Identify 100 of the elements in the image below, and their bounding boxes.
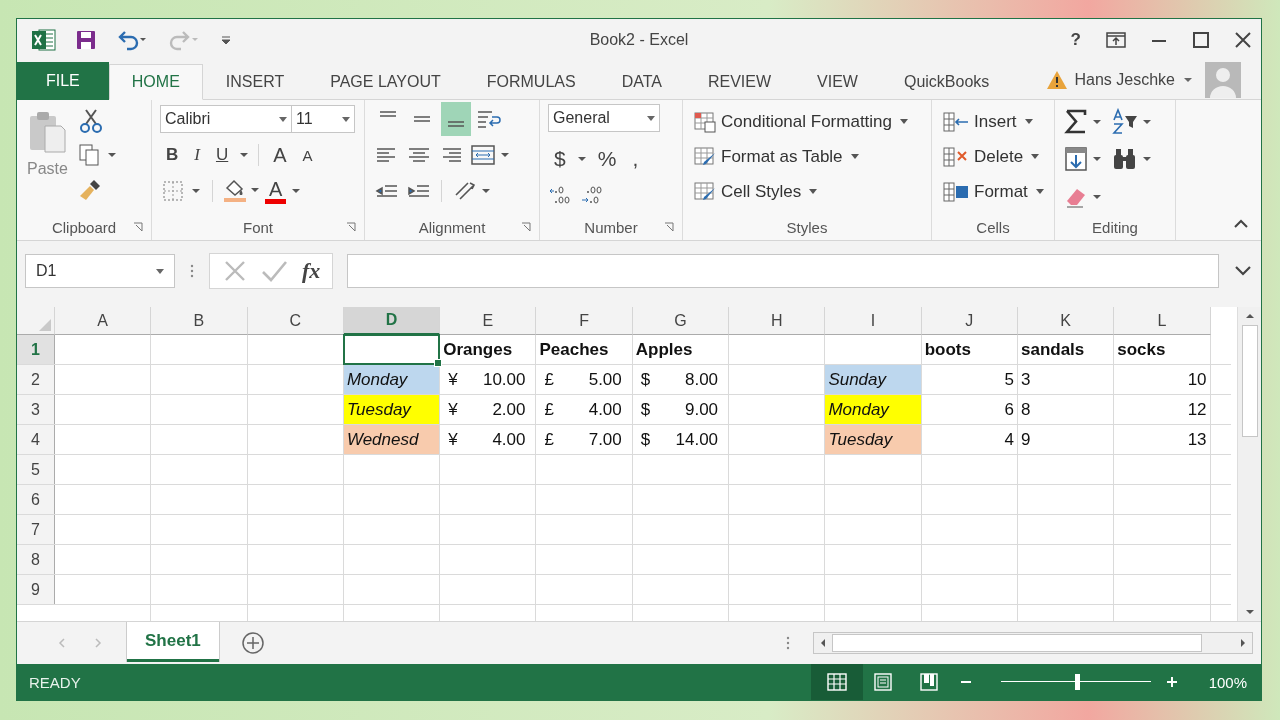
row-header[interactable]: 9 — [17, 575, 55, 604]
styles-button[interactable]: Conditional Formatting — [691, 106, 923, 137]
font-size-dropdown[interactable]: 11 — [291, 105, 355, 133]
bold-button[interactable]: B — [160, 141, 185, 169]
column-header[interactable]: E — [440, 307, 537, 335]
ribbon-tab[interactable]: VIEW — [794, 64, 881, 100]
scroll-thumb[interactable] — [1241, 325, 1258, 437]
currency-symbol: £ — [544, 429, 554, 450]
column-header[interactable]: I — [825, 307, 922, 335]
launcher-icon[interactable] — [664, 222, 674, 232]
view-button[interactable] — [810, 664, 863, 700]
view-icon[interactable] — [825, 672, 848, 692]
horizontal-scrollbar[interactable] — [813, 632, 1253, 654]
column-header[interactable]: C — [247, 307, 344, 335]
column-header[interactable]: G — [632, 307, 730, 335]
currency-button[interactable]: $ — [548, 145, 572, 173]
column-header[interactable]: D — [343, 307, 441, 335]
cells-button[interactable]: Insert — [940, 106, 1046, 137]
ribbon-tab[interactable]: QuickBooks — [880, 64, 1013, 100]
column-header[interactable]: L — [1114, 307, 1211, 335]
number-format-dropdown[interactable]: General — [548, 104, 660, 132]
sheet-tab[interactable]: Sheet1 — [127, 622, 219, 662]
caret-icon[interactable] — [290, 186, 303, 196]
table-cell-text: 13 — [1186, 428, 1208, 451]
ribbon-tab[interactable]: PAGE LAYOUT — [307, 64, 464, 100]
selected-cell[interactable] — [342, 334, 441, 365]
table-style-icon[interactable] — [693, 109, 717, 134]
ribbon-tab[interactable]: REVIEW — [684, 64, 795, 100]
column-header[interactable]: H — [729, 307, 826, 335]
ribbon-tab[interactable]: DATA — [598, 64, 685, 100]
row-header[interactable]: 3 — [17, 395, 55, 424]
new-sheet-icon[interactable] — [240, 631, 265, 655]
launcher-icon[interactable] — [346, 222, 356, 232]
cells-icon[interactable] — [942, 109, 970, 134]
column-header[interactable]: A — [55, 307, 152, 335]
view-icon[interactable] — [917, 672, 940, 692]
zoom-slider[interactable] — [1000, 674, 1151, 690]
splitter-icon[interactable] — [785, 634, 791, 652]
percent-button[interactable]: % — [591, 145, 623, 173]
copy-icon[interactable] — [77, 142, 118, 168]
column-header[interactable]: J — [921, 307, 1018, 335]
fill-color-icon[interactable] — [221, 178, 261, 204]
caret-icon[interactable] — [238, 150, 251, 160]
zoom-level[interactable]: 100% — [1208, 673, 1247, 691]
expand-icon[interactable] — [1233, 264, 1253, 278]
row-header[interactable]: 1 — [17, 335, 55, 364]
scroll-thumb[interactable] — [832, 634, 1202, 652]
shrink-font-button[interactable]: A — [296, 141, 319, 169]
save-icon[interactable] — [75, 29, 97, 51]
clipboard-icon[interactable] — [27, 110, 68, 154]
cells-button[interactable]: Format — [940, 176, 1046, 207]
customize-menu-icon[interactable] — [219, 33, 233, 47]
row-header[interactable]: 8 — [17, 545, 55, 574]
launcher-icon[interactable] — [133, 222, 143, 232]
row-header[interactable]: 2 — [17, 365, 55, 394]
italic-button[interactable]: I — [188, 141, 206, 169]
table-cell-text: 5 — [1003, 368, 1015, 391]
column-header[interactable]: B — [151, 307, 248, 335]
column-header[interactable]: F — [536, 307, 633, 335]
table-cell-text: 9 — [1019, 428, 1032, 451]
formula-input[interactable] — [347, 254, 1219, 288]
cells-button[interactable]: Delete — [940, 141, 1046, 172]
close-icon[interactable] — [1233, 31, 1253, 49]
ribbon-tab[interactable]: HOME — [108, 64, 203, 100]
table-cell-text: 12 — [1186, 398, 1208, 421]
cells-icon[interactable] — [942, 144, 970, 169]
ribbon-tab[interactable]: FILE — [17, 62, 109, 100]
launcher-icon[interactable] — [521, 222, 531, 232]
insert-function-button[interactable]: fx — [300, 258, 323, 284]
view-icon[interactable] — [871, 672, 894, 692]
row-header[interactable]: 7 — [17, 515, 55, 544]
vertical-scrollbar[interactable] — [1237, 307, 1261, 621]
maximize-icon[interactable] — [1191, 31, 1211, 49]
ribbon-display-icon[interactable] — [1105, 31, 1127, 49]
table-cell-text: 6 — [1003, 398, 1015, 421]
grow-font-button[interactable]: A — [267, 141, 293, 169]
user-name[interactable]: Hans Jeschke — [1074, 71, 1175, 89]
font-name-dropdown[interactable]: Calibri — [160, 105, 292, 133]
caret-icon[interactable] — [1183, 76, 1193, 84]
warning-icon[interactable] — [1044, 69, 1069, 91]
cells-icon[interactable] — [942, 179, 970, 204]
zoom-in-icon[interactable] — [1164, 675, 1179, 689]
column-header[interactable]: K — [1017, 307, 1115, 335]
font-color-button[interactable]: A — [265, 178, 287, 204]
more-icon[interactable] — [189, 262, 195, 280]
row-header[interactable]: 6 — [17, 485, 55, 514]
ribbon-tab[interactable]: INSERT — [202, 64, 308, 100]
styles-button[interactable]: Format as Table — [691, 141, 923, 172]
zoom-slider-thumb[interactable] — [1075, 674, 1081, 690]
scroll-right-icon[interactable] — [1238, 637, 1248, 649]
help-button[interactable]: ? — [1068, 30, 1083, 50]
underline-button[interactable]: U — [209, 141, 235, 169]
scissors-icon[interactable] — [77, 108, 104, 134]
row-header[interactable]: 5 — [17, 455, 55, 484]
collapse-ribbon-icon[interactable] — [1233, 218, 1249, 230]
ribbon-tab[interactable]: FORMULAS — [463, 64, 599, 100]
name-box[interactable]: D1 — [25, 254, 175, 288]
comma-button[interactable]: , — [626, 145, 645, 173]
styles-button[interactable]: Cell Styles — [691, 176, 923, 207]
row-header[interactable]: 4 — [17, 425, 55, 454]
